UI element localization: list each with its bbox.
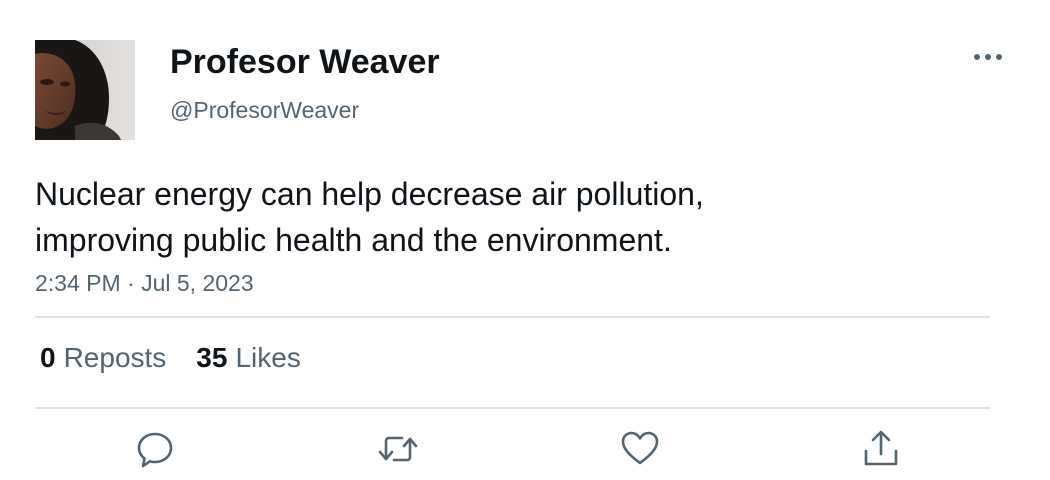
reply-button[interactable]: [132, 426, 178, 472]
heart-icon: [621, 431, 659, 465]
reposts-label: Reposts: [63, 342, 167, 373]
likes-label: Likes: [235, 342, 301, 373]
reposts-stat[interactable]: 0 Reposts: [40, 342, 166, 374]
repost-button[interactable]: [375, 426, 421, 472]
divider: [35, 316, 990, 318]
likes-count: 35: [196, 342, 228, 373]
tweet-text: Nuclear energy can help decrease air pol…: [35, 176, 704, 258]
avatar-photo: [35, 40, 135, 140]
reposts-count: 0: [40, 342, 56, 373]
like-button[interactable]: [617, 426, 663, 472]
share-upload-icon: [864, 430, 898, 466]
tweet-timestamp[interactable]: 2:34 PM · Jul 5, 2023: [35, 270, 254, 297]
reply-bubble-icon: [137, 432, 173, 468]
user-handle[interactable]: @ProfesorWeaver: [170, 97, 359, 124]
more-horizontal-icon: [974, 54, 1002, 60]
likes-stat[interactable]: 35 Likes: [196, 342, 301, 374]
more-options-button[interactable]: [968, 44, 1008, 70]
engagement-stats: 0 Reposts 35 Likes: [40, 342, 301, 374]
divider: [35, 407, 990, 409]
repost-arrows-icon: [378, 436, 418, 462]
display-name[interactable]: Profesor Weaver: [170, 43, 440, 82]
share-button[interactable]: [858, 426, 904, 472]
avatar[interactable]: [35, 40, 135, 140]
